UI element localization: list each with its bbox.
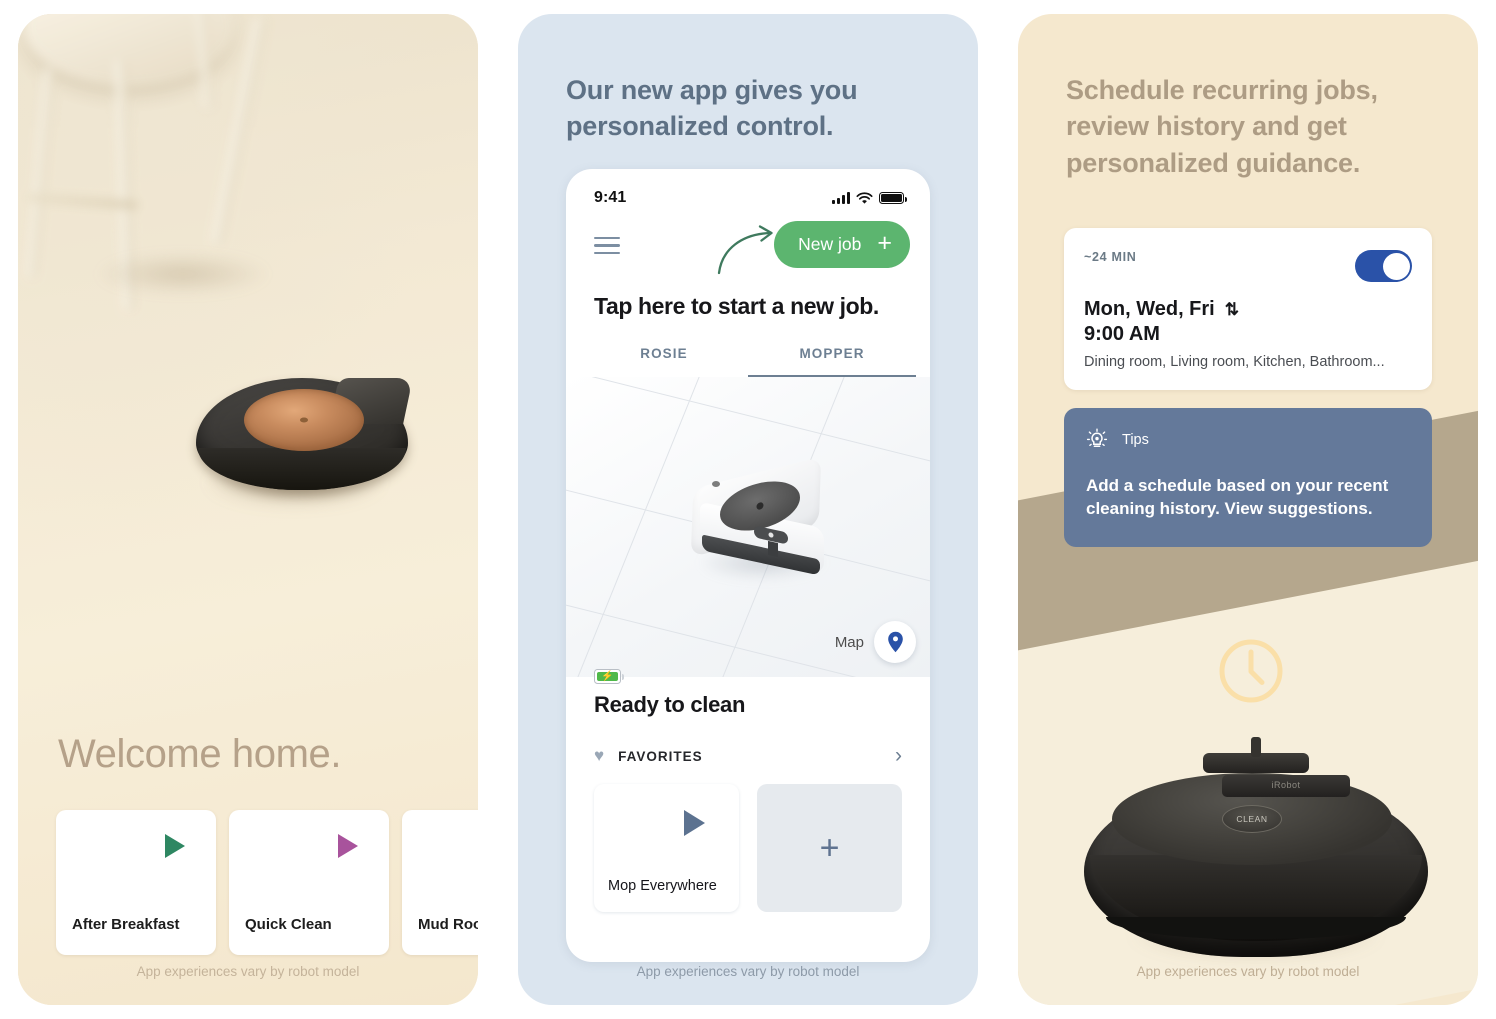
signal-bars-icon [832, 192, 850, 204]
battery-full-icon [879, 192, 907, 204]
map-pin-button[interactable] [874, 621, 916, 663]
map-pin-icon [887, 631, 903, 653]
tips-body: Add a schedule based on your recent clea… [1086, 476, 1389, 519]
wifi-icon [856, 191, 873, 204]
page-title: Welcome home. [58, 732, 342, 776]
map-grid-line [566, 377, 930, 474]
schedule-toggle[interactable] [1355, 250, 1412, 282]
panel-footer-caption: App experiences vary by robot model [136, 964, 360, 979]
hamburger-menu-icon[interactable] [594, 237, 620, 259]
lightbulb-idea-icon [1086, 428, 1108, 448]
floor-map-view[interactable]: Map [566, 377, 930, 677]
repeat-icon: ⇅ [1224, 299, 1239, 319]
toggle-knob [1382, 252, 1410, 280]
favorite-card[interactable]: Mop Everywhere [594, 784, 739, 912]
schedule-duration: ~24 MIN [1084, 250, 1137, 264]
tips-title: Tips [1122, 432, 1149, 448]
panel-personalized-control: Our new app gives you personalized contr… [518, 14, 978, 1005]
schedule-days: Mon, Wed, Fri [1084, 298, 1215, 320]
favorite-card[interactable]: Quick Clean [229, 810, 389, 955]
braava-jet-mopper-image [670, 456, 855, 589]
favorite-card-label: Mop Everywhere [608, 878, 717, 894]
favorites-section-header[interactable]: ♥ FAVORITES › [566, 744, 930, 768]
favorite-card-label: After Breakfast [72, 916, 180, 933]
app-store-screenshot-gallery: Welcome home. After Breakfast Quick Clea… [0, 0, 1496, 1019]
tips-card[interactable]: Tips Add a schedule based on your recent… [1064, 408, 1432, 547]
phone-nav-row: New job + [566, 217, 930, 287]
play-icon[interactable] [338, 834, 358, 858]
map-label: Map [834, 633, 864, 651]
play-icon[interactable] [684, 810, 705, 836]
add-favorite-button[interactable]: + [757, 784, 902, 912]
favorite-card-label: Quick Clean [245, 916, 332, 933]
phone-headline: Tap here to start a new job. [594, 293, 879, 319]
favorite-card[interactable]: After Breakfast [56, 810, 216, 955]
tab-rosie[interactable]: ROSIE [580, 346, 748, 377]
chevron-right-icon[interactable]: › [895, 744, 902, 768]
plus-icon: + [819, 829, 840, 867]
status-bar-time: 9:41 [594, 189, 627, 206]
curved-arrow-icon [717, 225, 773, 275]
roomba-s9-image [170, 372, 420, 522]
panel-footer-caption: App experiences vary by robot model [1136, 964, 1360, 979]
schedule-time: 9:00 AM [1084, 323, 1160, 345]
map-toggle-button[interactable]: Map [835, 621, 916, 663]
schedule-rooms: Dining room, Living room, Kitchen, Bathr… [1084, 354, 1385, 370]
heart-icon: ♥ [594, 746, 605, 765]
tab-mopper[interactable]: MOPPER [748, 346, 916, 377]
page-title: Our new app gives you personalized contr… [566, 75, 858, 142]
panel-footer-caption: App experiences vary by robot model [636, 964, 860, 979]
roomba-i7-image: iRobot CLEAN [1080, 737, 1432, 969]
phone-status-bar: 9:41 [566, 169, 930, 217]
favorite-card-label: Mud Room [418, 916, 478, 933]
panel-welcome-home: Welcome home. After Breakfast Quick Clea… [18, 14, 478, 1005]
clock-icon [1219, 639, 1283, 703]
chair-shadow [58, 244, 308, 304]
new-job-button[interactable]: New job + [774, 221, 910, 268]
play-icon[interactable] [165, 834, 185, 858]
favorites-label: FAVORITES [618, 748, 703, 764]
favorites-grid: Mop Everywhere + [566, 768, 930, 912]
battery-charging-icon: ⚡ [594, 669, 624, 684]
favorite-card[interactable]: Mud Room [402, 810, 478, 955]
robot-tabs: ROSIE MOPPER [566, 346, 930, 377]
robot-status-block: ⚡ Ready to clean [566, 669, 930, 718]
panel-schedule-recurring: Schedule recurring jobs, review history … [1018, 14, 1478, 1005]
new-job-label: New job [798, 234, 862, 254]
page-title: Schedule recurring jobs, review history … [1066, 75, 1378, 178]
plus-icon: + [877, 229, 892, 257]
phone-mockup: 9:41 New job + Tap here to start a new j… [566, 169, 930, 962]
schedule-card[interactable]: ~24 MIN Mon, Wed, Fri ⇅ 9:00 AM Dining r… [1064, 228, 1432, 390]
robot-status-text: Ready to clean [594, 692, 746, 717]
favorites-carousel[interactable]: After Breakfast Quick Clean Mud Room [56, 810, 478, 955]
